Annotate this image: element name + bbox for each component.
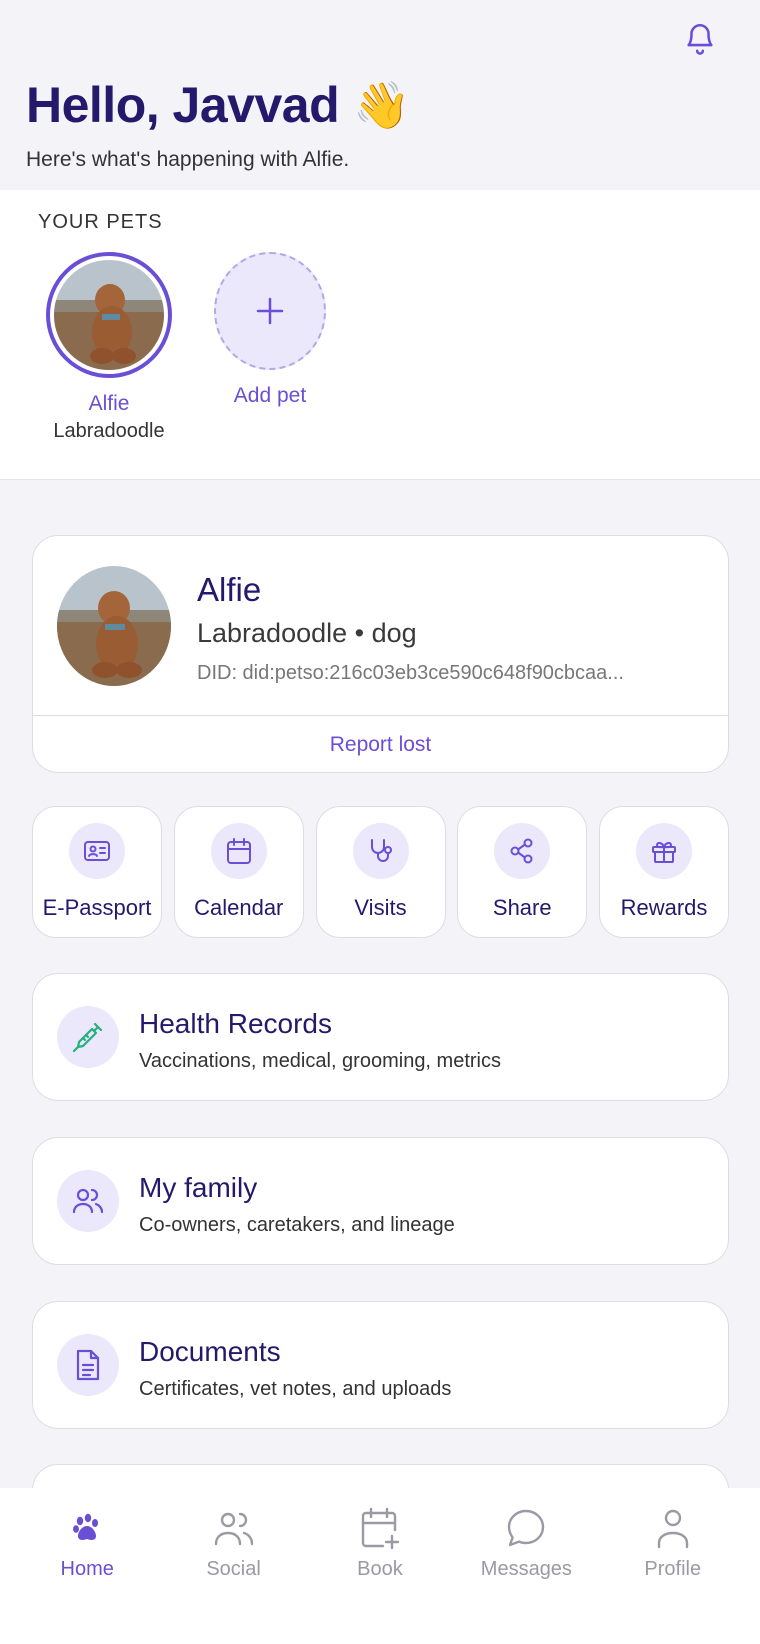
chat-bubble-icon [502, 1504, 550, 1552]
nav-book[interactable]: Book [310, 1488, 450, 1644]
paw-icon [63, 1504, 111, 1552]
nav-label: Profile [644, 1558, 702, 1580]
pet-profile-photo [57, 566, 171, 686]
card-subtitle: Vaccinations, medical, grooming, metrics [139, 1050, 501, 1072]
pet-profile-card[interactable]: Alfie Labradoodle • dog DID: did:petso:2… [32, 535, 729, 773]
add-pet-label: Add pet [233, 384, 307, 407]
users-icon [210, 1504, 258, 1552]
calendar-plus-icon [356, 1504, 404, 1552]
card-title: Health Records [139, 1008, 332, 1039]
my-family-card[interactable]: My family Co-owners, caretakers, and lin… [32, 1137, 729, 1265]
nav-label: Social [206, 1558, 261, 1580]
card-title: Documents [139, 1336, 281, 1367]
syringe-icon [57, 1006, 119, 1068]
pet-avatar-ring [46, 252, 172, 378]
greeting-text: Hello, Javvad [26, 77, 340, 133]
greeting-subtitle: Here's what's happening with Alfie. [26, 148, 350, 171]
pets-section-label: YOUR PETS [38, 211, 163, 233]
nav-messages[interactable]: Messages [456, 1488, 596, 1644]
action-label: Rewards [620, 895, 708, 920]
greeting-title: Hello, Javvad 👋 [26, 76, 410, 134]
header: Hello, Javvad 👋 Here's what's happening … [0, 0, 760, 190]
share-icon [494, 823, 551, 879]
action-calendar[interactable]: Calendar [173, 806, 304, 938]
nav-profile[interactable]: Profile [603, 1488, 743, 1644]
plus-icon [214, 252, 326, 370]
nav-social[interactable]: Social [164, 1488, 304, 1644]
documents-card[interactable]: Documents Certificates, vet notes, and u… [32, 1301, 729, 1429]
stethoscope-icon [352, 823, 409, 879]
add-pet-button[interactable]: Add pet [214, 252, 326, 408]
pet-name: Alfie [88, 392, 130, 415]
document-icon [57, 1334, 119, 1396]
action-rewards[interactable]: Rewards [599, 806, 729, 938]
pet-breed: Labradoodle [53, 420, 165, 442]
report-lost-button[interactable]: Report lost [33, 716, 728, 774]
action-share[interactable]: Share [457, 806, 588, 938]
users-icon [57, 1170, 119, 1232]
nav-label: Messages [480, 1558, 572, 1580]
pet-item-alfie[interactable]: Alfie Labradoodle [46, 252, 172, 443]
pet-profile-name: Alfie [197, 571, 262, 608]
pets-section: YOUR PETS Alfie Labradoodle Add pet [0, 190, 760, 480]
bottom-nav: Home Social Book Messages Profile [0, 1488, 760, 1644]
action-label: Calendar [194, 895, 284, 920]
quick-actions: E-Passport Calendar Visits Share Rewards [32, 806, 729, 938]
action-label: Share [492, 895, 552, 920]
card-subtitle: Co-owners, caretakers, and lineage [139, 1214, 455, 1236]
card-title: My family [139, 1172, 258, 1203]
wave-emoji: 👋 [353, 78, 410, 131]
nav-label: Book [357, 1558, 403, 1580]
action-visits[interactable]: Visits [315, 806, 446, 938]
action-label: E-Passport [42, 895, 152, 920]
pet-profile-summary: Alfie Labradoodle • dog DID: did:petso:2… [33, 536, 728, 716]
gift-icon [636, 823, 692, 879]
nav-label: Home [60, 1558, 114, 1580]
action-label: Visits [354, 895, 407, 920]
pet-avatar [54, 260, 164, 370]
bell-icon[interactable] [680, 18, 720, 58]
pet-profile-did: DID: did:petso:216c03eb3ce590c648f90cbca… [197, 662, 624, 684]
user-icon [649, 1504, 697, 1552]
health-records-card[interactable]: Health Records Vaccinations, medical, gr… [32, 973, 729, 1101]
calendar-icon [210, 823, 267, 879]
action-epassport[interactable]: E-Passport [32, 806, 162, 938]
nav-home[interactable]: Home [17, 1488, 157, 1644]
id-card-icon [69, 823, 125, 879]
card-subtitle: Certificates, vet notes, and uploads [139, 1378, 452, 1400]
pet-profile-breed: Labradoodle • dog [197, 618, 417, 648]
